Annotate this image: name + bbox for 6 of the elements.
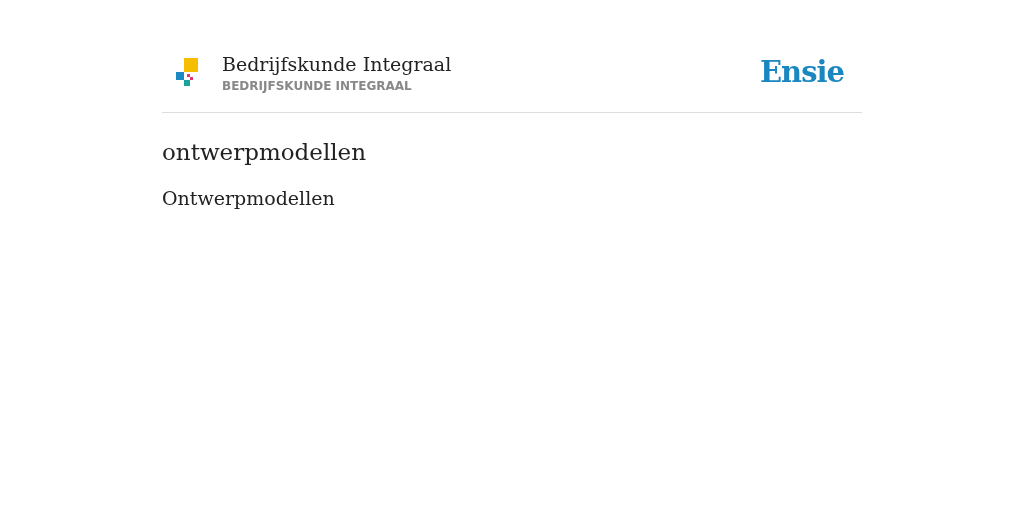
page-heading: ontwerpmodellen [162, 139, 368, 165]
logo-icon [174, 58, 198, 86]
brand-link[interactable]: Ensie [760, 55, 844, 89]
entry-link[interactable]: Ontwerpmodellen [162, 187, 335, 209]
site-subtitle: BEDRIJFSKUNDE INTEGRAAL [222, 79, 413, 93]
site-title: Bedrijfskunde Integraal [222, 52, 453, 77]
